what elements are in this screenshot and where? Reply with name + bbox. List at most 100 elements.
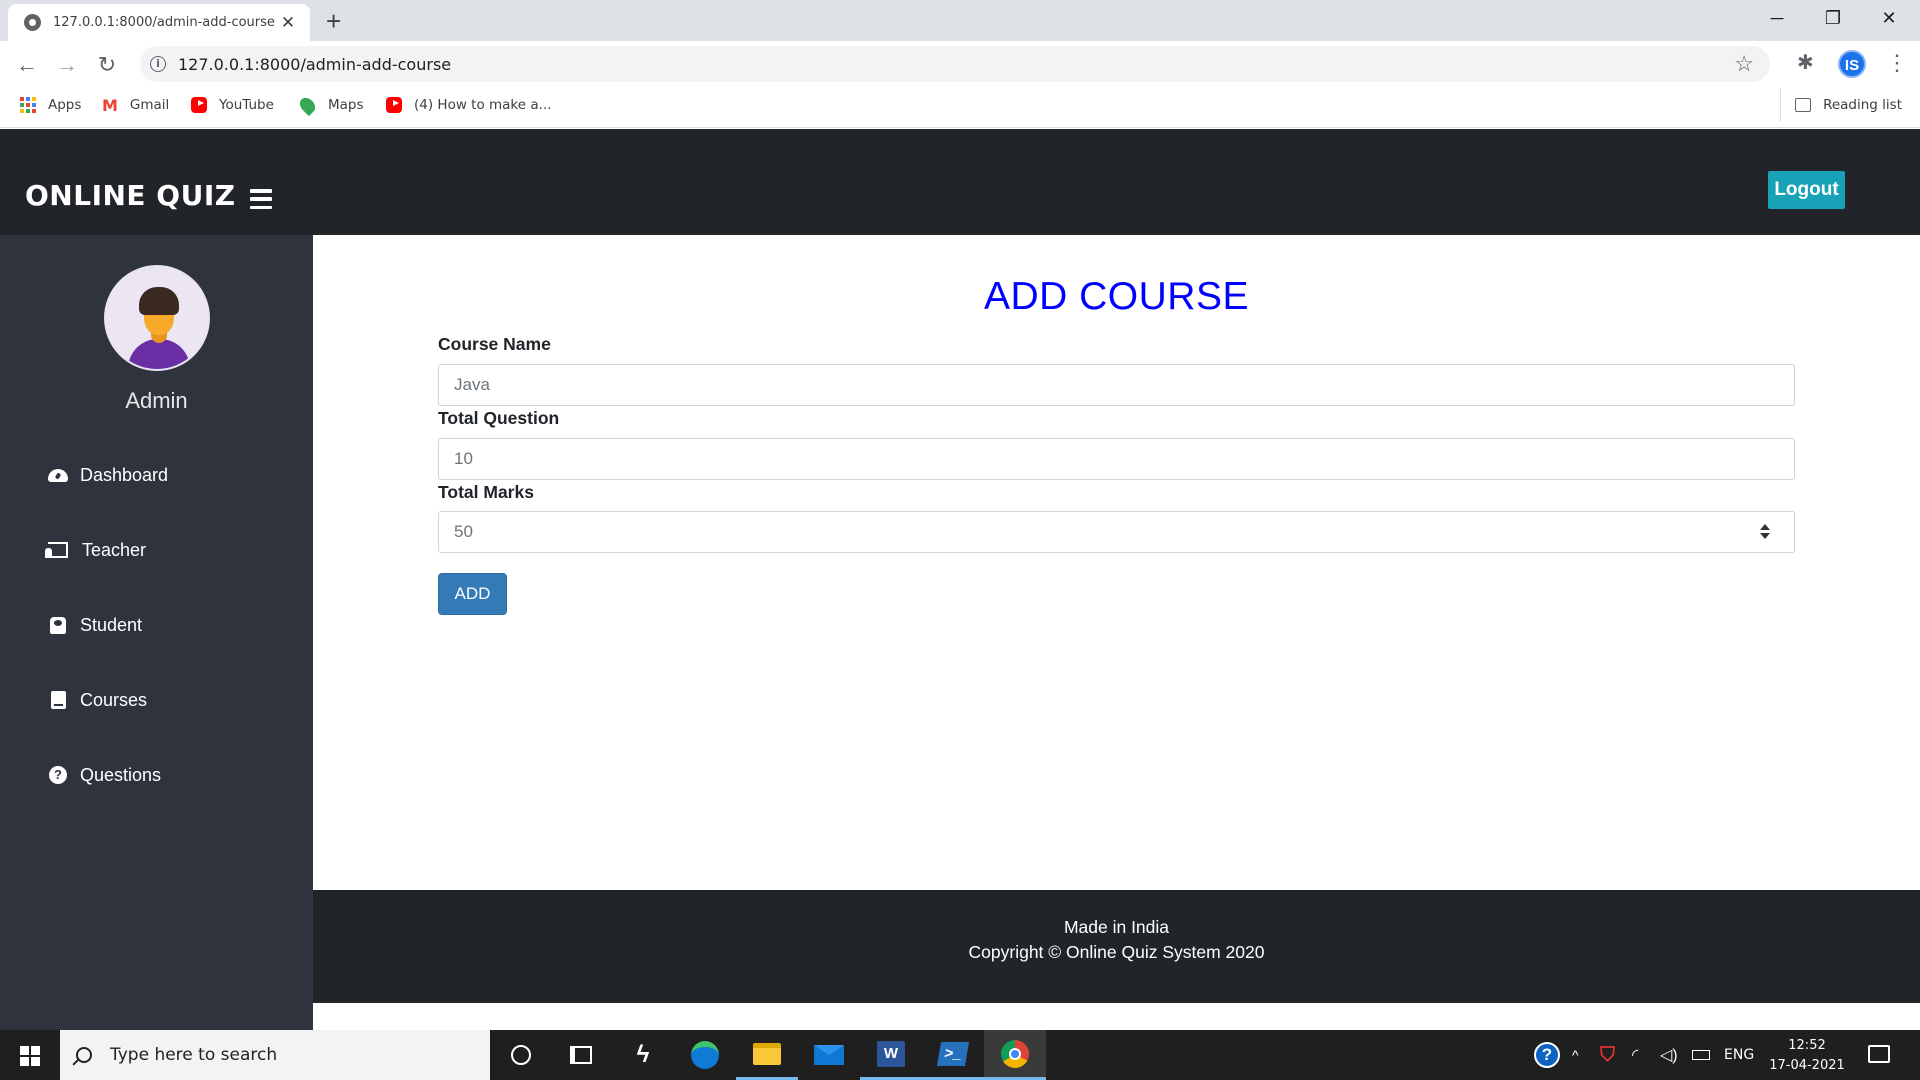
- bookmark-label: Maps: [328, 97, 364, 113]
- bookmark-apps[interactable]: Apps: [20, 88, 81, 122]
- hamburger-menu-icon[interactable]: [250, 189, 272, 209]
- site-header: ONLINE QUIZ Logout: [0, 129, 1920, 235]
- logout-button[interactable]: Logout: [1768, 171, 1845, 209]
- bookmark-label: Apps: [48, 97, 82, 113]
- gmail-icon: M: [102, 95, 118, 115]
- course-name-input[interactable]: Java: [438, 364, 1795, 406]
- bookmark-maps[interactable]: Maps: [296, 88, 364, 122]
- bookmark-label: (4) How to make a...: [414, 97, 552, 113]
- sidebar-item-label: Questions: [80, 764, 162, 785]
- browser-tabstrip: 127.0.0.1:8000/admin-add-course ✕ + ─ ❐ …: [0, 0, 1920, 41]
- tab-title: 127.0.0.1:8000/admin-add-course: [53, 15, 275, 30]
- minimize-icon[interactable]: ─: [1754, 4, 1800, 32]
- restore-icon[interactable]: ❐: [1810, 4, 1856, 32]
- course-name-value: Java: [454, 375, 490, 394]
- system-clock[interactable]: 12:52 17-04-2021: [1764, 1036, 1850, 1076]
- windows-taskbar: Type here to search ϟ W >_ ? ^ ⛉ ◜ ◁) EN…: [0, 1030, 1920, 1080]
- wifi-icon[interactable]: ◜: [1632, 1030, 1638, 1080]
- brand-title[interactable]: ONLINE QUIZ: [25, 179, 236, 212]
- reload-icon[interactable]: ↻: [92, 50, 122, 80]
- new-tab-button[interactable]: +: [326, 8, 341, 34]
- volume-icon[interactable]: ◁): [1660, 1030, 1678, 1080]
- apps-grid-icon: [20, 97, 36, 113]
- chrome-icon: [1001, 1039, 1029, 1068]
- battery-icon[interactable]: [1692, 1030, 1710, 1080]
- taskbar-app-edge[interactable]: [674, 1030, 736, 1080]
- cortana-icon: [511, 1045, 531, 1065]
- bookmarks-bar: Apps M Gmail YouTube Maps (4) How to mak…: [0, 88, 1920, 128]
- address-bar[interactable]: i 127.0.0.1:8000/admin-add-course ☆: [140, 46, 1770, 82]
- sidebar: Admin Dashboard Teacher Student Courses …: [0, 235, 313, 1030]
- dashboard-icon: [48, 466, 68, 484]
- bookmark-label: YouTube: [219, 97, 274, 113]
- notifications-icon[interactable]: [1868, 1045, 1890, 1063]
- sidebar-item-label: Teacher: [82, 539, 147, 560]
- sidebar-item-teacher[interactable]: Teacher: [45, 535, 147, 565]
- bookmark-label: Gmail: [129, 97, 170, 113]
- file-explorer-icon: [753, 1042, 781, 1065]
- student-icon: [48, 616, 68, 634]
- total-marks-label: Total Marks: [438, 482, 534, 502]
- forward-icon[interactable]: →: [52, 50, 82, 80]
- total-question-input[interactable]: 10: [438, 438, 1795, 480]
- total-question-label: Total Question: [438, 408, 560, 428]
- window-close-icon[interactable]: ✕: [1866, 4, 1912, 32]
- sidebar-item-student[interactable]: Student: [48, 610, 142, 640]
- cortana-button[interactable]: [490, 1030, 552, 1080]
- footer-copyright: Copyright © Online Quiz System 2020: [968, 942, 1265, 962]
- help-button[interactable]: ?: [1534, 1030, 1560, 1080]
- admin-name: Admin: [125, 388, 188, 413]
- powershell-icon: >_: [936, 1041, 970, 1066]
- site-footer: Made in India Copyright © Online Quiz Sy…: [313, 890, 1920, 1003]
- search-placeholder: Type here to search: [110, 1045, 278, 1065]
- task-view-button[interactable]: [550, 1030, 612, 1080]
- globe-icon: [24, 14, 41, 31]
- profile-avatar[interactable]: IS: [1838, 50, 1866, 78]
- taskbar-app-vscode[interactable]: ϟ: [612, 1030, 674, 1080]
- total-marks-input[interactable]: 50: [438, 511, 1795, 553]
- taskbar-app-word[interactable]: W: [860, 1030, 922, 1080]
- bookmark-gmail[interactable]: M Gmail: [102, 88, 169, 122]
- page-title: ADD COURSE: [983, 275, 1250, 318]
- bookmark-star-icon[interactable]: ☆: [1734, 51, 1754, 77]
- taskbar-app-chrome[interactable]: [984, 1030, 1046, 1080]
- url-text: 127.0.0.1:8000/admin-add-course: [178, 54, 452, 74]
- bookmark-video[interactable]: (4) How to make a...: [386, 88, 552, 122]
- book-icon: [48, 691, 68, 709]
- sidebar-item-courses[interactable]: Courses: [48, 685, 147, 715]
- taskbar-app-mail[interactable]: [798, 1030, 860, 1080]
- browser-toolbar: ← → ↻ i 127.0.0.1:8000/admin-add-course …: [0, 41, 1920, 88]
- sidebar-item-dashboard[interactable]: Dashboard: [48, 460, 168, 490]
- extensions-puzzle-icon[interactable]: ✱: [1797, 50, 1814, 75]
- show-hidden-icons[interactable]: ^: [1572, 1030, 1579, 1080]
- browser-menu-icon[interactable]: ⋮: [1886, 52, 1908, 74]
- bookmark-youtube[interactable]: YouTube: [191, 88, 274, 122]
- language-indicator[interactable]: ENG: [1724, 1030, 1754, 1080]
- taskbar-app-explorer[interactable]: [736, 1030, 798, 1080]
- taskbar-search-input[interactable]: Type here to search: [60, 1030, 490, 1080]
- youtube-icon: [191, 97, 207, 113]
- reading-list-icon: [1795, 98, 1812, 112]
- close-tab-icon[interactable]: ✕: [278, 13, 298, 33]
- site-info-icon[interactable]: i: [150, 56, 166, 72]
- add-button[interactable]: ADD: [438, 573, 507, 615]
- task-view-icon: [570, 1046, 592, 1064]
- number-spinner-icon[interactable]: [1760, 524, 1770, 540]
- antivirus-shield-icon[interactable]: ⛉: [1600, 1030, 1615, 1080]
- teacher-icon: [45, 541, 68, 559]
- admin-avatar: [104, 265, 210, 371]
- sidebar-item-questions[interactable]: ? Questions: [48, 760, 161, 790]
- question-circle-icon: ?: [48, 766, 68, 784]
- edge-icon: [691, 1041, 719, 1069]
- windows-start-icon[interactable]: [20, 1046, 40, 1066]
- word-icon: W: [877, 1040, 905, 1067]
- clock-date: 17-04-2021: [1769, 1058, 1845, 1073]
- sidebar-item-label: Student: [80, 614, 143, 635]
- back-icon[interactable]: ←: [12, 50, 42, 80]
- main-content: ADD COURSE Course Name Java Total Questi…: [313, 235, 1920, 890]
- reading-list-button[interactable]: Reading list: [1780, 88, 1902, 122]
- footer-made-in: Made in India: [1063, 917, 1170, 937]
- help-icon: ?: [1534, 1042, 1560, 1068]
- browser-tab[interactable]: 127.0.0.1:8000/admin-add-course ✕: [8, 4, 310, 41]
- taskbar-app-powershell[interactable]: >_: [922, 1030, 984, 1080]
